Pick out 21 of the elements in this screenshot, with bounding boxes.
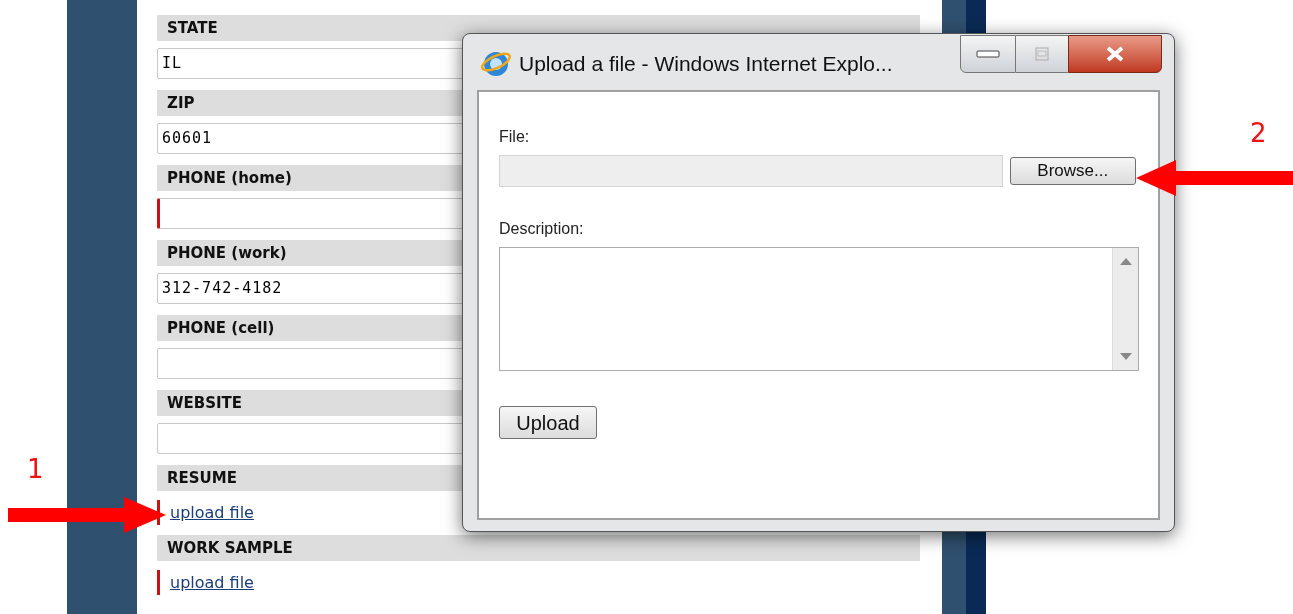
browse-button[interactable]: Browse... [1009, 157, 1136, 185]
description-label: Description: [499, 219, 585, 239]
maximize-icon [1035, 47, 1049, 61]
upload-button[interactable]: Upload [499, 406, 597, 439]
upload-link[interactable]: upload file [170, 570, 254, 595]
close-icon [1105, 46, 1125, 62]
annotation-number: 2 [1250, 117, 1267, 150]
scroll-up-icon [1119, 258, 1132, 265]
maximize-button[interactable] [1016, 35, 1068, 73]
scrollbar[interactable] [1112, 248, 1138, 370]
close-button[interactable] [1068, 35, 1162, 73]
upload-link[interactable]: upload file [170, 500, 254, 525]
minimize-button[interactable] [960, 35, 1016, 73]
scroll-down-icon [1119, 353, 1132, 360]
minimize-icon [976, 50, 1000, 58]
field-label: WORK SAMPLE [157, 535, 920, 561]
file-label: File: [499, 127, 531, 147]
window-title: Upload a file - Windows Internet Explo... [519, 51, 893, 77]
description-field[interactable] [499, 247, 1139, 371]
annotation-number: 1 [27, 453, 44, 486]
file-field[interactable] [499, 155, 1003, 187]
